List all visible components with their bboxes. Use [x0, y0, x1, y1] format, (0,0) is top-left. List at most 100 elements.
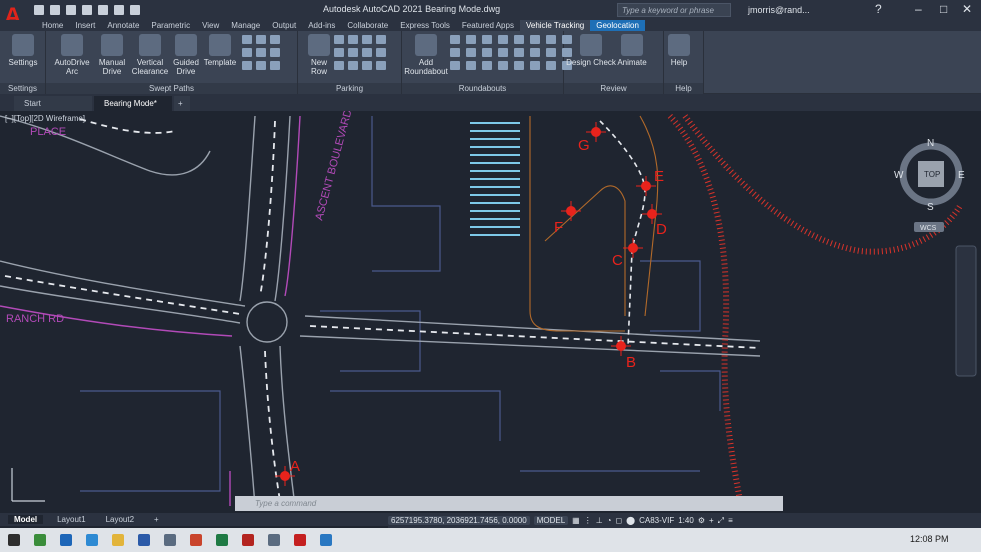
- open-icon[interactable]: [50, 5, 60, 15]
- app-icon[interactable]: [190, 534, 202, 546]
- tab-bearing-mode[interactable]: Bearing Mode*: [94, 96, 172, 111]
- undo-icon[interactable]: [114, 5, 124, 15]
- print-icon[interactable]: [98, 5, 108, 15]
- tab-model[interactable]: Model: [8, 515, 44, 524]
- tool-icon[interactable]: [466, 35, 476, 44]
- design-check-button[interactable]: Design Check: [566, 34, 616, 67]
- tool-icon[interactable]: [498, 61, 508, 70]
- ortho-icon[interactable]: ⊥: [596, 516, 603, 525]
- tab-featured-apps[interactable]: Featured Apps: [456, 20, 520, 31]
- grid-icon[interactable]: ▦: [572, 516, 580, 525]
- tool-icon[interactable]: [270, 35, 280, 44]
- tool-icon[interactable]: [376, 35, 386, 44]
- app-icon[interactable]: [320, 534, 332, 546]
- tool-icon[interactable]: [256, 35, 266, 44]
- tool-icon[interactable]: [498, 35, 508, 44]
- tool-icon[interactable]: [546, 61, 556, 70]
- coordinate-system-label[interactable]: CA83-VIF: [639, 516, 674, 525]
- animate-button[interactable]: Animate: [616, 34, 648, 67]
- tool-icon[interactable]: [466, 48, 476, 57]
- word-icon[interactable]: [138, 534, 150, 546]
- tab-manage[interactable]: Manage: [225, 20, 266, 31]
- tool-icon[interactable]: [256, 61, 266, 70]
- maximize-icon[interactable]: □: [940, 2, 947, 16]
- tool-icon[interactable]: [242, 61, 252, 70]
- tool-icon[interactable]: [498, 48, 508, 57]
- tab-annotate[interactable]: Annotate: [101, 20, 145, 31]
- settings-button[interactable]: Settings: [4, 34, 42, 67]
- new-icon[interactable]: [34, 5, 44, 15]
- tab-vehicle-tracking[interactable]: Vehicle Tracking: [519, 20, 591, 31]
- tab-layout2[interactable]: Layout2: [100, 515, 140, 524]
- location-icon[interactable]: ⬤: [626, 516, 635, 525]
- navigation-bar[interactable]: [955, 245, 977, 377]
- tool-icon[interactable]: [376, 61, 386, 70]
- polar-icon[interactable]: ◔: [607, 516, 612, 525]
- tool-icon[interactable]: [256, 48, 266, 57]
- tool-icon[interactable]: [530, 48, 540, 57]
- template-button[interactable]: Template: [202, 34, 238, 67]
- tool-icon[interactable]: [270, 48, 280, 57]
- vertical-clearance-button[interactable]: Vertical Clearance: [130, 34, 170, 76]
- tool-icon[interactable]: [514, 48, 524, 57]
- tool-icon[interactable]: [334, 35, 344, 44]
- explorer-icon[interactable]: [112, 534, 124, 546]
- tool-icon[interactable]: [348, 61, 358, 70]
- tool-icon[interactable]: [362, 35, 372, 44]
- edge-icon[interactable]: [86, 534, 98, 546]
- tab-express-tools[interactable]: Express Tools: [394, 20, 456, 31]
- command-input[interactable]: Type a command: [235, 496, 783, 511]
- user-account[interactable]: jmorris@rand...: [748, 5, 810, 15]
- tool-icon[interactable]: [530, 61, 540, 70]
- tool-icon[interactable]: [348, 48, 358, 57]
- customize-icon[interactable]: ≡: [728, 516, 733, 525]
- snap-icon[interactable]: ⋮: [584, 516, 592, 525]
- tool-icon[interactable]: [348, 35, 358, 44]
- tab-view[interactable]: View: [196, 20, 225, 31]
- tab-add-ins[interactable]: Add-ins: [302, 20, 341, 31]
- tool-icon[interactable]: [466, 61, 476, 70]
- viewport-controls[interactable]: [–][Top][2D Wireframe]: [5, 114, 85, 123]
- tool-icon[interactable]: [450, 61, 460, 70]
- minimize-icon[interactable]: –: [915, 2, 922, 16]
- tab-insert[interactable]: Insert: [69, 20, 101, 31]
- drawing-canvas[interactable]: ASCENT BOULEVARD RANCH RD PLACE G E D F …: [0, 108, 981, 513]
- tab-geolocation[interactable]: Geolocation: [590, 20, 645, 31]
- tool-icon[interactable]: [334, 61, 344, 70]
- app-icon[interactable]: [268, 534, 280, 546]
- tab-output[interactable]: Output: [266, 20, 302, 31]
- tool-icon[interactable]: [376, 48, 386, 57]
- manual-drive-button[interactable]: Manual Drive: [94, 34, 130, 76]
- point-e-icon[interactable]: [636, 176, 656, 196]
- outlook-icon[interactable]: [60, 534, 72, 546]
- tool-icon[interactable]: [546, 35, 556, 44]
- tab-collaborate[interactable]: Collaborate: [341, 20, 394, 31]
- model-space-button[interactable]: MODEL: [533, 516, 569, 525]
- tab-parametric[interactable]: Parametric: [145, 20, 196, 31]
- tool-icon[interactable]: [482, 61, 492, 70]
- tab-layout1[interactable]: Layout1: [51, 515, 91, 524]
- add-roundabout-button[interactable]: Add Roundabout: [404, 34, 448, 76]
- chrome-icon[interactable]: [34, 534, 46, 546]
- tool-icon[interactable]: [334, 48, 344, 57]
- search-input[interactable]: Type a keyword or phrase: [617, 3, 731, 17]
- coordinate-readout[interactable]: 6257195.3780, 2036921.7456, 0.0000: [388, 516, 530, 525]
- tab-start[interactable]: Start: [14, 96, 92, 111]
- help-icon[interactable]: ?: [875, 2, 882, 16]
- tool-icon[interactable]: [514, 61, 524, 70]
- tool-icon[interactable]: [514, 35, 524, 44]
- tool-icon[interactable]: [242, 35, 252, 44]
- plus-icon[interactable]: +: [709, 516, 714, 525]
- osnap-icon[interactable]: ◻: [616, 516, 623, 525]
- new-tab-button[interactable]: +: [174, 96, 190, 111]
- app-icon[interactable]: [164, 534, 176, 546]
- pdf-icon[interactable]: [242, 534, 254, 546]
- add-layout-button[interactable]: +: [148, 515, 165, 524]
- tool-icon[interactable]: [482, 48, 492, 57]
- new-row-button[interactable]: New Row: [302, 34, 336, 76]
- annotation-scale[interactable]: 1:40: [678, 516, 694, 525]
- gear-icon[interactable]: ⚙: [698, 516, 705, 525]
- close-icon[interactable]: ✕: [962, 2, 972, 16]
- tool-icon[interactable]: [242, 48, 252, 57]
- tab-home[interactable]: Home: [36, 20, 69, 31]
